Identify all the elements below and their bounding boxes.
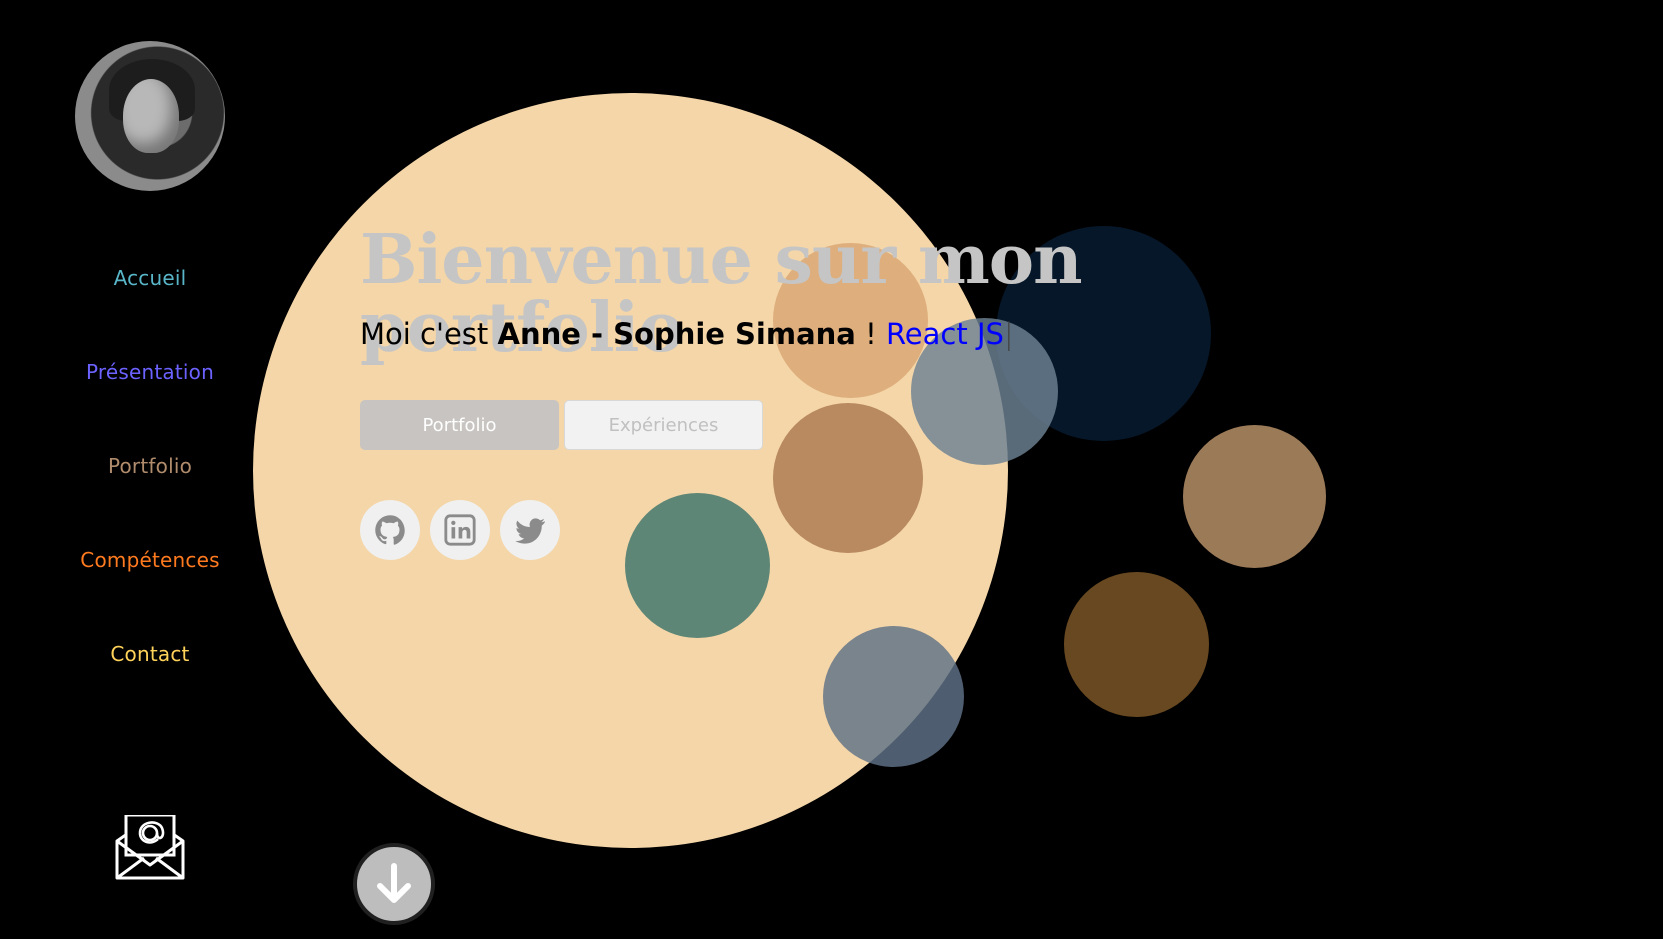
typing-caret: | xyxy=(1003,317,1014,351)
github-icon xyxy=(375,515,405,545)
nav-item-competences[interactable]: Compétences xyxy=(0,548,300,572)
exclamation-text: ! xyxy=(855,317,886,351)
portfolio-button[interactable]: Portfolio xyxy=(360,400,559,450)
avatar-face-shape xyxy=(123,79,179,153)
scroll-down-button[interactable] xyxy=(353,843,435,925)
nav-item-accueil[interactable]: Accueil xyxy=(0,266,300,290)
hero-section: Bienvenue sur mon portfolio Moi c'est An… xyxy=(360,210,1340,630)
mail-at-svg xyxy=(115,813,185,880)
hero-buttons: Portfolio Expériences xyxy=(360,400,763,450)
github-link[interactable] xyxy=(360,500,420,560)
hero-subtitle: Moi c'est Anne - Sophie Simana ! React J… xyxy=(360,317,1014,352)
linkedin-icon xyxy=(444,514,476,546)
mail-at-icon[interactable] xyxy=(114,813,186,881)
linkedin-link[interactable] xyxy=(430,500,490,560)
intro-prefix: Moi c'est xyxy=(360,317,498,351)
social-links xyxy=(360,500,560,560)
person-name: Anne - Sophie Simana xyxy=(497,317,856,351)
arrow-down-icon xyxy=(377,863,411,903)
nav-item-contact[interactable]: Contact xyxy=(0,642,300,666)
experiences-button[interactable]: Expériences xyxy=(564,400,763,450)
twitter-link[interactable] xyxy=(500,500,560,560)
avatar xyxy=(75,41,225,191)
nav-item-presentation[interactable]: Présentation xyxy=(0,360,300,384)
rotating-skill: React JS xyxy=(885,317,1004,351)
decorative-bubble xyxy=(823,626,964,767)
twitter-icon xyxy=(515,518,545,544)
